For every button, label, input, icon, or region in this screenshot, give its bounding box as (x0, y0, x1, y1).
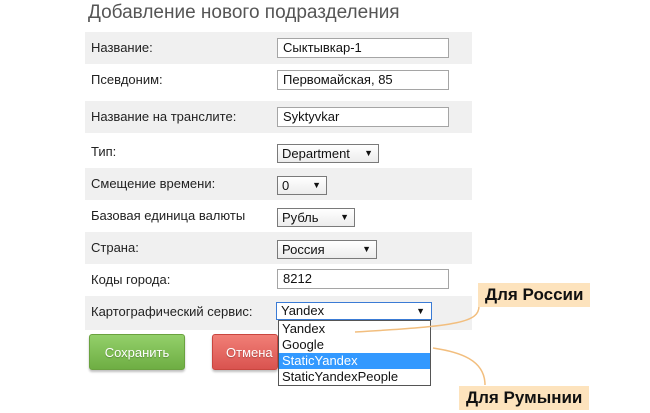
translit-label: Название на транслите: (91, 109, 237, 124)
dropdown-option-static-yandex[interactable]: StaticYandex (279, 353, 430, 369)
dropdown-option-google[interactable]: Google (279, 337, 430, 353)
annotation-romania: Для Румынии (459, 386, 590, 410)
form-row-country: Страна: Россия ▼ (85, 232, 472, 264)
alias-input[interactable]: Первомайская, 85 (277, 70, 449, 90)
timezone-select-value: 0 (282, 178, 290, 193)
chevron-down-icon: ▼ (364, 148, 373, 158)
timezone-label: Смещение времени: (91, 176, 216, 191)
form-row-type: Тип: Department ▼ (85, 136, 472, 168)
city-codes-input[interactable]: 8212 (277, 269, 449, 289)
type-label: Тип: (91, 144, 117, 159)
page-title: Добавление нового подразделения (88, 2, 400, 23)
country-label: Страна: (91, 240, 139, 255)
currency-select[interactable]: Рубль ▼ (277, 208, 355, 227)
type-select[interactable]: Department ▼ (277, 144, 379, 163)
country-select-value: Россия (282, 242, 325, 257)
annotation-russia: Для России (478, 283, 591, 307)
chevron-down-icon: ▼ (362, 244, 371, 254)
chevron-down-icon: ▼ (340, 212, 349, 222)
connector-romania (432, 347, 486, 386)
alias-label: Псевдоним: (91, 72, 163, 87)
dropdown-option-yandex[interactable]: Yandex (279, 321, 430, 337)
city-codes-label: Коды города: (91, 272, 171, 287)
form-row-city-codes: Коды города: 8212 (85, 264, 472, 296)
currency-select-value: Рубль (282, 210, 319, 225)
form-row-currency: Базовая единица валюты Рубль ▼ (85, 200, 472, 232)
country-select[interactable]: Россия ▼ (277, 240, 377, 259)
map-service-select-value: Yandex (281, 303, 325, 318)
chevron-down-icon: ▼ (312, 180, 321, 190)
translit-input[interactable]: Syktyvkar (277, 107, 449, 127)
form-row-alias: Псевдоним: Первомайская, 85 (85, 64, 472, 96)
cancel-button[interactable]: Отмена (212, 334, 278, 370)
currency-label: Базовая единица валюты (91, 208, 246, 223)
save-button[interactable]: Сохранить (89, 334, 185, 370)
form-row-translit: Название на транслите: Syktyvkar (85, 101, 472, 133)
name-input[interactable]: Сыктывкар-1 (277, 38, 449, 58)
type-select-value: Department (282, 146, 350, 161)
form-row-name: Название: Сыктывкар-1 (85, 32, 472, 64)
form-row-timezone: Смещение времени: 0 ▼ (85, 168, 472, 200)
dropdown-option-static-yandex-people[interactable]: StaticYandexPeople (279, 369, 430, 385)
timezone-select[interactable]: 0 ▼ (277, 176, 327, 195)
name-label: Название: (91, 40, 153, 55)
map-service-dropdown: Yandex Google StaticYandex StaticYandexP… (278, 320, 431, 386)
chevron-down-icon: ▼ (416, 306, 425, 316)
map-service-select[interactable]: Yandex ▼ (276, 302, 432, 320)
map-service-label: Картографический сервис: (91, 304, 253, 319)
